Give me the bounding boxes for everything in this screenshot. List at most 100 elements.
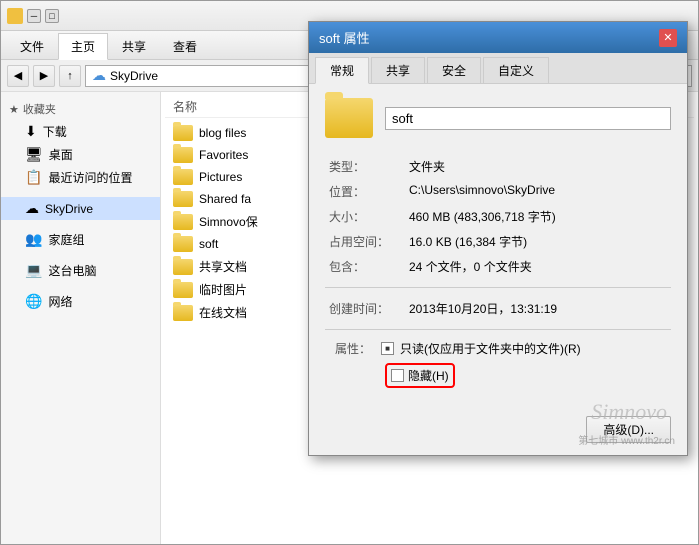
divider	[325, 287, 671, 288]
size-label: 大小：	[325, 204, 405, 229]
tab-home[interactable]: 主页	[58, 33, 108, 60]
computer-icon: 💻	[25, 262, 42, 279]
type-value: 文件夹	[405, 154, 671, 179]
sidebar-item-homegroup[interactable]: 👥 家庭组	[1, 228, 160, 251]
tab-general[interactable]: 常规	[315, 57, 369, 84]
up-btn[interactable]: ↑	[59, 65, 81, 87]
tab-security[interactable]: 安全	[427, 57, 481, 83]
network-label: 网络	[48, 293, 72, 310]
properties-dialog: soft 属性 ✕ 常规 共享 安全 自定义 类型： 文件夹	[308, 21, 688, 456]
network-icon: 🌐	[25, 293, 42, 310]
file-name: 共享文档	[199, 258, 247, 275]
table-row: 类型： 文件夹	[325, 154, 671, 179]
cloud-icon: ☁	[92, 67, 106, 84]
type-label: 类型：	[325, 154, 405, 179]
sidebar-item-network[interactable]: 🌐 网络	[1, 290, 160, 313]
dialog-titlebar: soft 属性 ✕	[309, 22, 687, 53]
download-icon: ⬇	[25, 123, 37, 140]
readonly-label: 只读(仅应用于文件夹中的文件)(R)	[400, 340, 581, 357]
folder-name-input[interactable]	[385, 107, 671, 130]
file-name: Pictures	[199, 170, 242, 184]
dialog-folder-header	[325, 98, 671, 138]
folder-icon	[173, 305, 193, 321]
sidebar-item-download[interactable]: ⬇ 下载	[1, 120, 160, 143]
folder-icon	[173, 147, 193, 163]
download-label: 下载	[43, 123, 67, 140]
sidebar-item-recent[interactable]: 📋 最近访问的位置	[1, 166, 160, 189]
explorer-icon	[7, 8, 23, 24]
table-row: 创建时间： 2013年10月20日，13:31:19	[325, 296, 671, 321]
folder-icon	[173, 259, 193, 275]
tab-share[interactable]: 共享	[109, 33, 159, 59]
created-table: 创建时间： 2013年10月20日，13:31:19	[325, 296, 671, 321]
thispc-label: 这台电脑	[48, 262, 96, 279]
table-row: 位置： C:\Users\simnovo\SkyDrive	[325, 179, 671, 204]
sidebar-item-desktop[interactable]: 🖥 桌面	[1, 143, 160, 166]
file-name: Favorites	[199, 148, 248, 162]
back-btn[interactable]: ◀	[7, 65, 29, 87]
favorites-section[interactable]: ★ 收藏夹	[1, 98, 160, 120]
folder-icon	[173, 282, 193, 298]
dialog-footer: 高级(D)...	[309, 408, 687, 455]
file-name: Simnovo保	[199, 213, 258, 230]
big-folder-icon	[325, 98, 373, 138]
skydrive-icon: ☁	[25, 200, 39, 217]
skydrive-label: SkyDrive	[45, 202, 93, 216]
created-label: 创建时间：	[325, 296, 405, 321]
attributes-section: 属性： 只读(仅应用于文件夹中的文件)(R) 隐藏(H)	[325, 340, 671, 388]
disk-value: 16.0 KB (16,384 字节)	[405, 229, 671, 254]
dialog-title: soft 属性	[319, 28, 370, 47]
table-row: 占用空间： 16.0 KB (16,384 字节)	[325, 229, 671, 254]
tab-view[interactable]: 查看	[160, 33, 210, 59]
favorites-label: 收藏夹	[23, 101, 56, 117]
path-text: SkyDrive	[110, 69, 158, 83]
sidebar-item-skydrive[interactable]: ☁ SkyDrive	[1, 197, 160, 220]
desktop-icon: 🖥	[25, 146, 43, 163]
table-row: 大小： 460 MB (483,306,718 字节)	[325, 204, 671, 229]
location-value: C:\Users\simnovo\SkyDrive	[405, 179, 671, 204]
folder-icon	[173, 125, 193, 141]
location-label: 位置：	[325, 179, 405, 204]
dialog-tabs: 常规 共享 安全 自定义	[309, 53, 687, 84]
folder-icon	[173, 169, 193, 185]
folder-icon	[173, 191, 193, 207]
size-value: 460 MB (483,306,718 字节)	[405, 204, 671, 229]
maximize-btn[interactable]: □	[45, 9, 59, 23]
homegroup-label: 家庭组	[48, 231, 84, 248]
file-name: 临时图片	[199, 281, 247, 298]
attr-hidden-row: 隐藏(H)	[325, 363, 671, 388]
dialog-close-btn[interactable]: ✕	[659, 29, 677, 47]
forward-btn[interactable]: ▶	[33, 65, 55, 87]
info-table: 类型： 文件夹 位置： C:\Users\simnovo\SkyDrive 大小…	[325, 154, 671, 279]
sidebar-item-thispc[interactable]: 💻 这台电脑	[1, 259, 160, 282]
advanced-button[interactable]: 高级(D)...	[586, 416, 671, 443]
attr-readonly-row: 属性： 只读(仅应用于文件夹中的文件)(R)	[325, 340, 671, 357]
folder-icon	[173, 236, 193, 252]
hidden-checkbox[interactable]	[391, 369, 404, 382]
tab-file[interactable]: 文件	[7, 33, 57, 59]
minimize-btn[interactable]: ─	[27, 9, 41, 23]
file-name: blog files	[199, 126, 246, 140]
hidden-label: 隐藏(H)	[408, 367, 449, 384]
file-name: 在线文档	[199, 304, 247, 321]
file-name: soft	[199, 237, 218, 251]
sidebar: ★ 收藏夹 ⬇ 下载 🖥 桌面 📋 最近访问的位置 ☁ SkyDrive	[1, 92, 161, 544]
contains-label: 包含：	[325, 254, 405, 279]
created-value: 2013年10月20日，13:31:19	[405, 296, 671, 321]
attributes-label: 属性：	[335, 340, 371, 357]
readonly-checkbox[interactable]	[381, 342, 394, 355]
main-window: ─ □ 文件 主页 共享 查看 ◀ ▶ ↑ ☁ SkyDrive ★ 收藏夹	[0, 0, 699, 545]
dialog-content: 类型： 文件夹 位置： C:\Users\simnovo\SkyDrive 大小…	[309, 84, 687, 408]
contains-value: 24 个文件，0 个文件夹	[405, 254, 671, 279]
recent-label: 最近访问的位置	[48, 169, 132, 186]
desktop-label: 桌面	[49, 146, 73, 163]
file-name: Shared fa	[199, 192, 251, 206]
divider2	[325, 329, 671, 330]
folder-icon	[173, 214, 193, 230]
tab-customize[interactable]: 自定义	[483, 57, 549, 83]
recent-icon: 📋	[25, 169, 42, 186]
homegroup-icon: 👥	[25, 231, 42, 248]
disk-label: 占用空间：	[325, 229, 405, 254]
hidden-highlight: 隐藏(H)	[385, 363, 455, 388]
tab-sharing[interactable]: 共享	[371, 57, 425, 83]
